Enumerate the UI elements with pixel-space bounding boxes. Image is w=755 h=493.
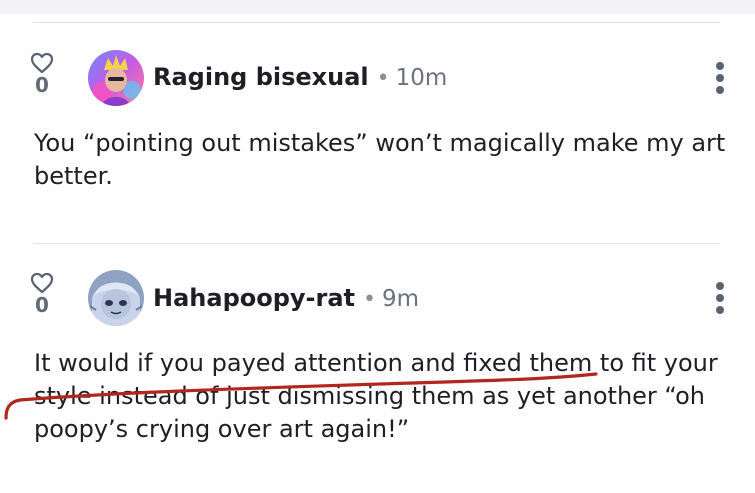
comment-text: You “pointing out mistakes” won’t magica… xyxy=(34,129,726,190)
vote-count: 0 xyxy=(35,293,49,317)
divider xyxy=(33,22,720,23)
comment-text: It would if you payed attention and fixe… xyxy=(34,349,718,443)
heart-outline-icon[interactable] xyxy=(30,52,54,74)
vertical-ellipsis-icon[interactable] xyxy=(712,282,728,318)
vote-count: 0 xyxy=(35,73,49,97)
comment-meta: Raging bisexual • 10m xyxy=(153,60,447,94)
username[interactable]: Raging bisexual xyxy=(153,63,369,91)
separator-dot: • xyxy=(376,66,390,91)
comment-thread: 0 Raging bisexual • 10m You “pointing ou… xyxy=(0,0,755,493)
heart-outline-icon[interactable] xyxy=(30,272,54,294)
timestamp: 9m xyxy=(382,286,420,312)
username[interactable]: Hahapoopy-rat xyxy=(153,284,355,312)
comment-meta: Hahapoopy-rat • 9m xyxy=(153,281,419,315)
timestamp: 10m xyxy=(395,65,448,91)
avatar[interactable] xyxy=(88,270,144,326)
separator-dot: • xyxy=(363,287,376,312)
avatar[interactable] xyxy=(88,50,144,106)
header-band xyxy=(0,0,755,14)
divider xyxy=(33,243,720,244)
vertical-ellipsis-icon[interactable] xyxy=(712,62,728,98)
vote-control: 0 xyxy=(30,272,54,316)
vote-control: 0 xyxy=(30,52,54,96)
